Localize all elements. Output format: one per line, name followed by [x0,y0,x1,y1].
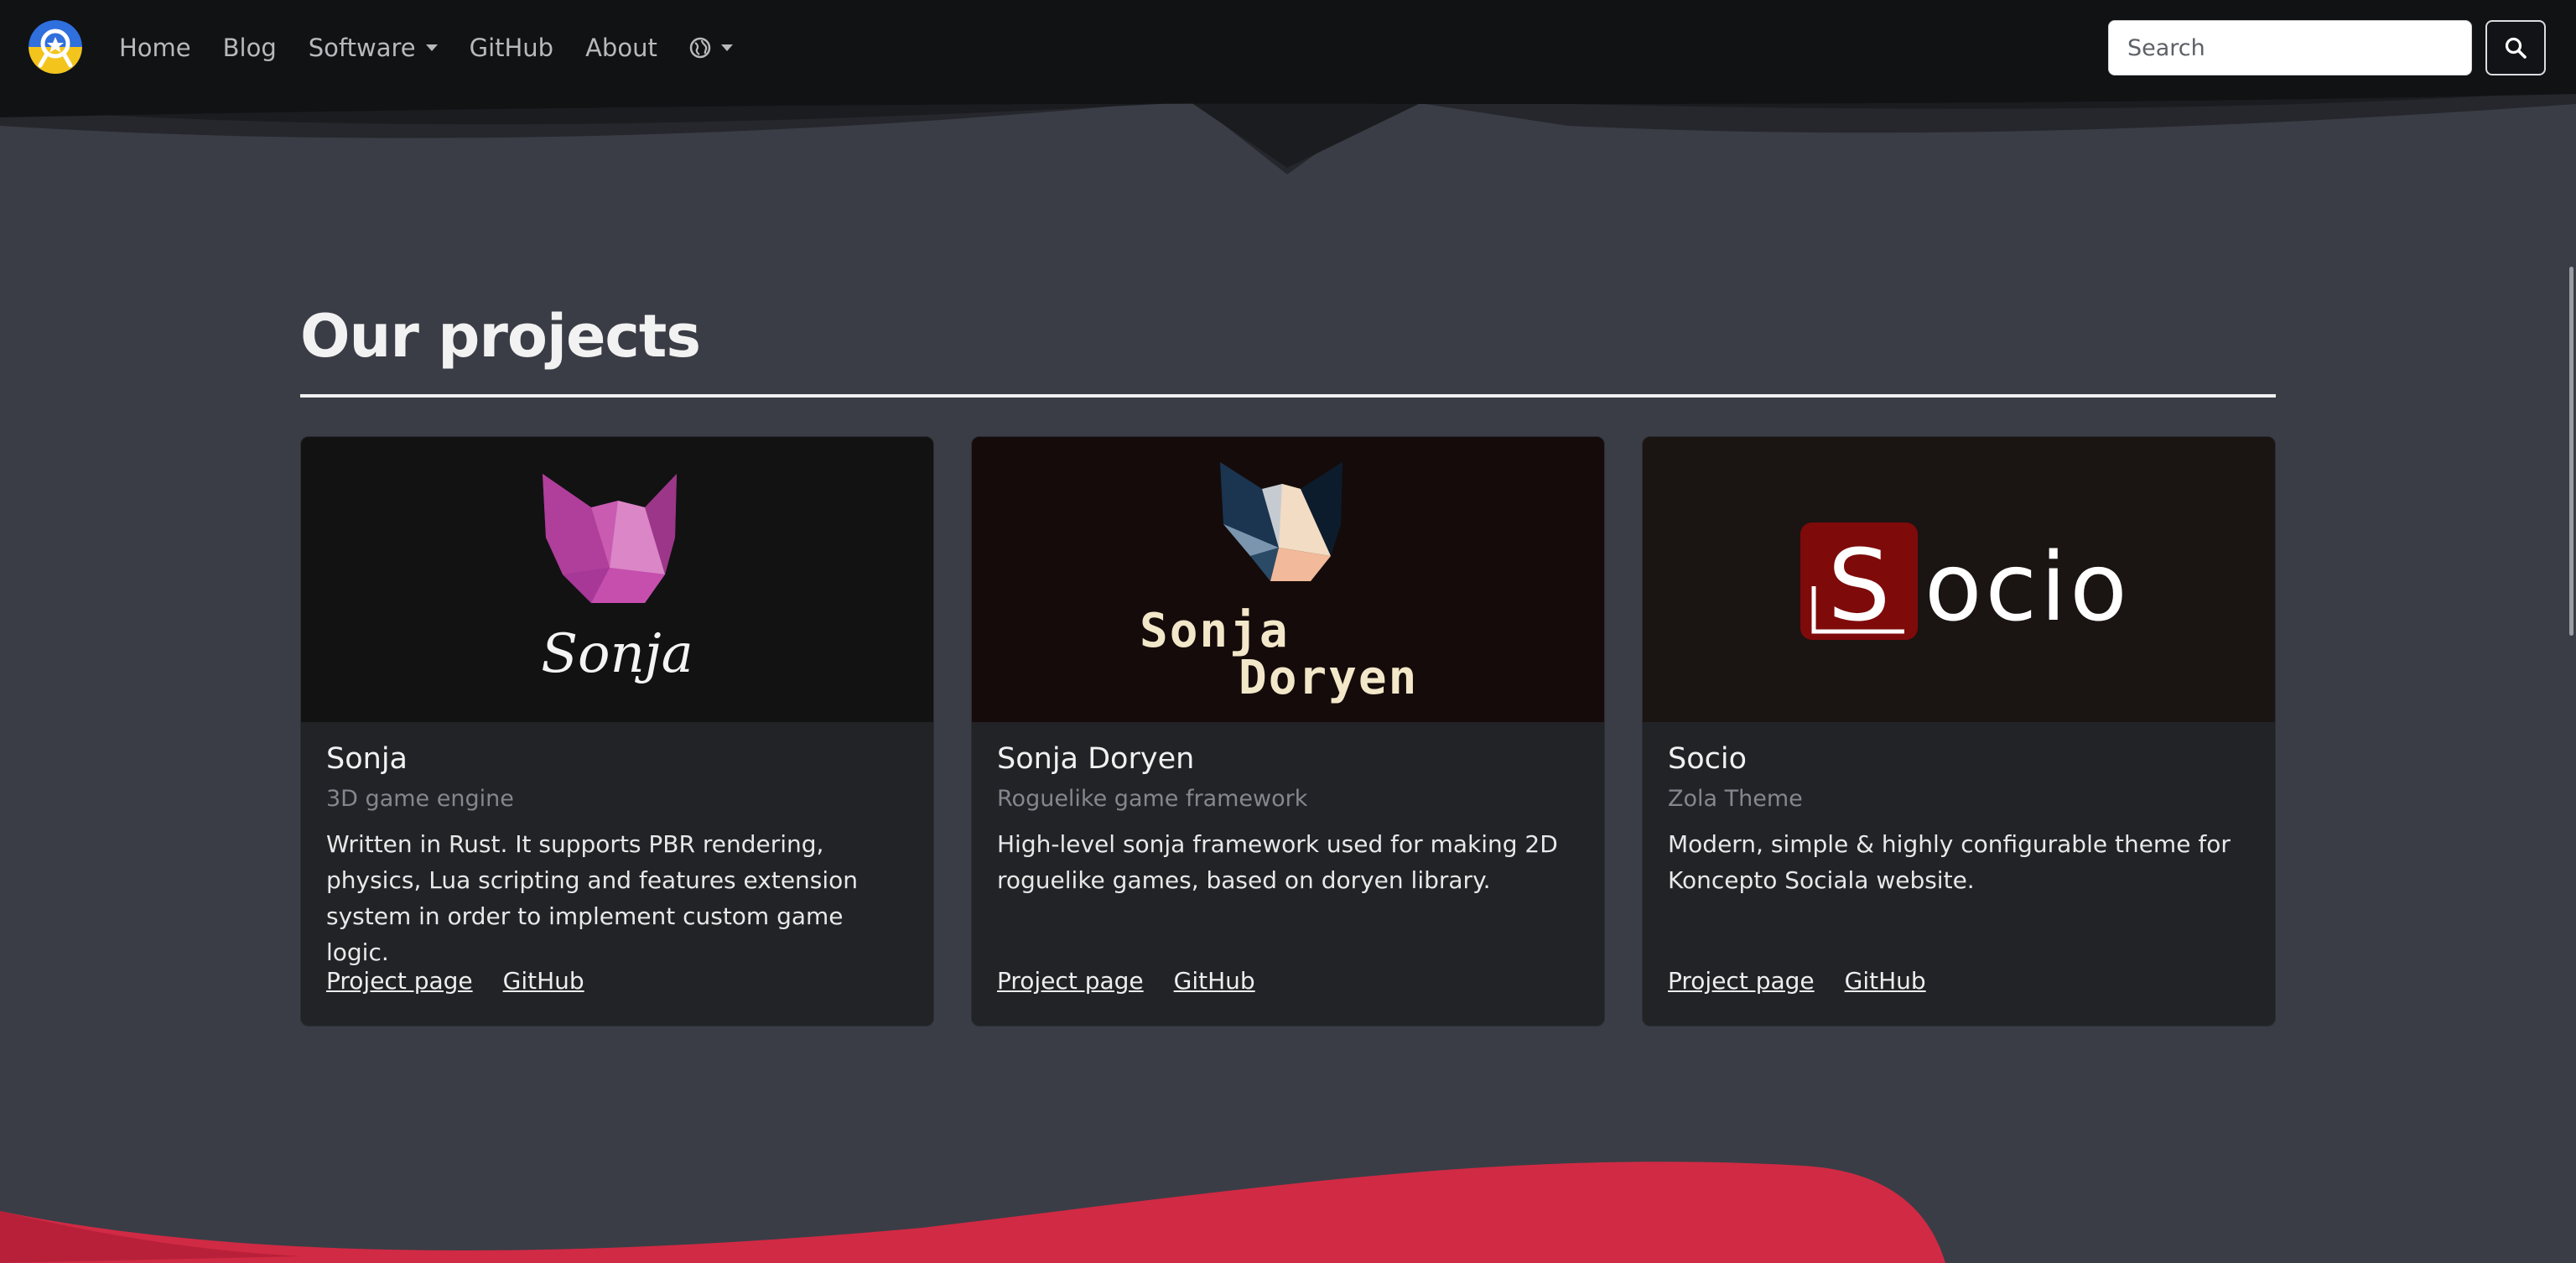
nav-software-dropdown[interactable]: Software [309,34,438,62]
card-subtitle: Zola Theme [1668,786,1803,812]
card-subtitle: Roguelike game framework [997,786,1308,812]
github-link[interactable]: GitHub [1845,967,1926,995]
search-icon [2505,37,2527,59]
socio-image-label-rest: ocio [1924,533,2131,642]
chevron-down-icon [425,44,438,51]
card-body: Sonja 3D game engine Written in Rust. It… [326,741,913,970]
sonja-image-label: Sonja [541,623,693,685]
koncepto-sociala-logo-icon [29,20,82,74]
project-card-sonja-doryen: Sonja Doryen Sonja Doryen Roguelike game… [971,436,1605,1027]
nav-links: Home Blog Software GitHub About [119,0,765,96]
title-divider [300,394,2276,398]
nav-blog-link[interactable]: Blog [223,34,277,62]
top-navbar: Home Blog Software GitHub About [0,0,2576,96]
sonja-logo-image: Sonja [301,437,933,722]
search-input[interactable] [2108,20,2472,75]
github-link[interactable]: GitHub [1174,967,1255,995]
chevron-down-icon [720,44,733,51]
sonja-doryen-logo-image: Sonja Doryen [972,437,1604,722]
footer-wave-decoration [0,1162,1945,1263]
project-page-link[interactable]: Project page [1668,967,1815,995]
card-title: Socio [1668,742,1748,776]
nav-home-link[interactable]: Home [119,34,191,62]
card-body: Socio Zola Theme Modern, simple & highly… [1668,741,2255,898]
project-cards: Sonja Sonja 3D game engine Written in Ru… [300,436,2276,1027]
search-button[interactable] [2485,20,2546,75]
socio-logo-image: S ocio [1643,437,2275,722]
sonja-doryen-image-label-line2: Doryen [1239,651,1418,705]
card-description: Written in Rust. It supports PBR renderi… [326,830,859,966]
card-links: Project page GitHub [997,967,1285,995]
nav-software-label: Software [308,34,416,62]
nav-about-link[interactable]: About [585,34,657,62]
section-title: Our projects [300,302,701,371]
card-title: Sonja Doryen [997,742,1195,776]
language-dropdown[interactable] [689,37,733,59]
site-logo[interactable] [29,20,82,74]
card-links: Project page GitHub [326,967,615,995]
project-page-link[interactable]: Project page [997,967,1144,995]
project-card-sonja: Sonja Sonja 3D game engine Written in Ru… [300,436,934,1027]
page-scrollbar[interactable] [2569,267,2573,636]
card-body: Sonja Doryen Roguelike game framework Hi… [997,741,1584,898]
card-description: High-level sonja framework used for maki… [997,830,1558,894]
card-subtitle: 3D game engine [326,786,514,812]
github-link[interactable]: GitHub [503,967,584,995]
socio-image-label-letter: S [1828,528,1891,643]
project-card-socio: S ocio Socio Zola Theme Modern, simple &… [1642,436,2276,1027]
card-links: Project page GitHub [1668,967,1956,995]
card-description: Modern, simple & highly configurable the… [1668,830,2231,894]
nav-github-link[interactable]: GitHub [470,34,554,62]
project-page-link[interactable]: Project page [326,967,473,995]
globe-icon [689,37,711,59]
card-title: Sonja [326,742,408,776]
